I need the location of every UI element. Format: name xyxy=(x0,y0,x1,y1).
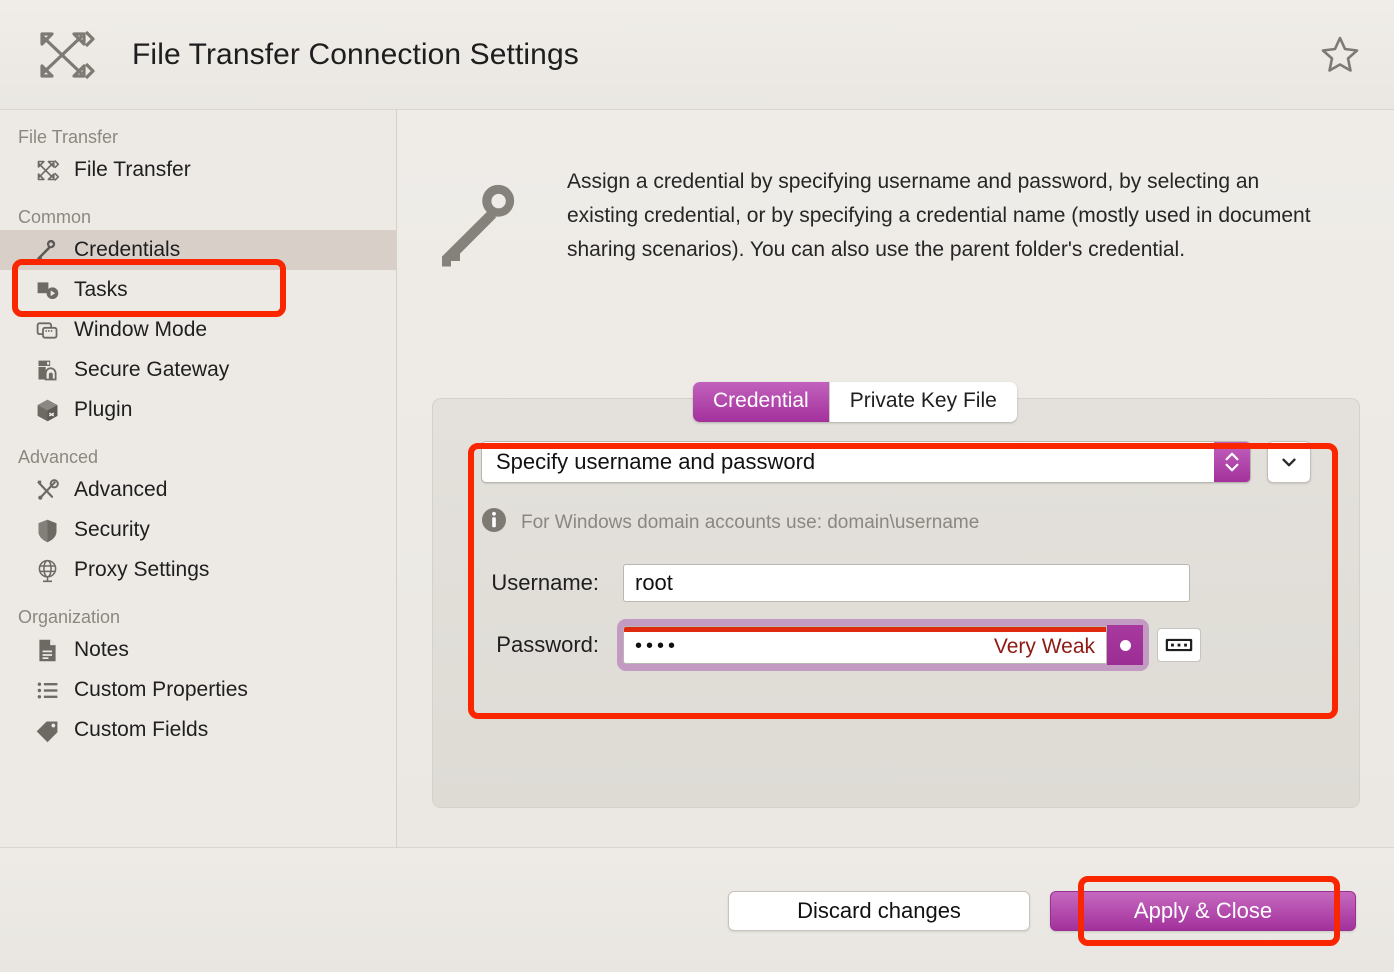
intro-block: Assign a credential by specifying userna… xyxy=(435,165,1365,280)
password-strength-bar xyxy=(624,627,1106,632)
intro-text: Assign a credential by specifying userna… xyxy=(567,170,1311,261)
sidebar-item-tasks[interactable]: Tasks xyxy=(0,270,396,310)
list-icon xyxy=(32,675,62,705)
sidebar-item-label: Advanced xyxy=(74,478,168,501)
globe-icon xyxy=(32,555,62,585)
virtual-keyboard-icon[interactable] xyxy=(1157,628,1201,662)
sidebar-item-credentials[interactable]: Credentials xyxy=(0,230,396,270)
sidebar-item-label: Tasks xyxy=(74,278,128,301)
document-icon xyxy=(32,635,62,665)
sidebar-item-window-mode[interactable]: Window Mode xyxy=(0,310,396,350)
sidebar-item-notes[interactable]: Notes xyxy=(0,630,396,670)
credential-mode-row: Specify username and password xyxy=(481,441,1311,483)
sidebar-item-proxy-settings[interactable]: Proxy Settings xyxy=(0,550,396,590)
sidebar-item-label: Custom Properties xyxy=(74,678,248,701)
credential-mode-select[interactable]: Specify username and password xyxy=(481,441,1251,483)
credential-panel: Specify username and password For Window… xyxy=(432,398,1360,808)
domain-hint-text: For Windows domain accounts use: domain\… xyxy=(521,511,980,533)
sidebar-item-security[interactable]: Security xyxy=(0,510,396,550)
sidebar-group-advanced: Advanced xyxy=(18,447,99,467)
shield-icon xyxy=(32,515,62,545)
tab-private-key-file[interactable]: Private Key File xyxy=(829,382,1017,422)
password-row: Password: •••• Very Weak xyxy=(433,619,1313,671)
sidebar-group-file-transfer: File Transfer xyxy=(18,127,119,147)
sidebar-item-advanced[interactable]: Advanced xyxy=(0,470,396,510)
sidebar-item-custom-fields[interactable]: Custom Fields xyxy=(0,710,396,750)
secure-gateway-icon xyxy=(32,355,62,385)
discard-changes-button[interactable]: Discard changes xyxy=(728,891,1030,931)
key-large-icon xyxy=(435,165,545,280)
credential-mode-value: Specify username and password xyxy=(496,449,816,474)
password-label: Password: xyxy=(496,632,599,657)
password-masked-value: •••• xyxy=(635,635,680,657)
password-strength-label: Very Weak xyxy=(993,635,1095,658)
tag-icon xyxy=(32,715,62,745)
sidebar-item-label: Notes xyxy=(74,638,129,661)
sidebar-item-label: Secure Gateway xyxy=(74,358,230,381)
page-title: File Transfer Connection Settings xyxy=(132,38,579,71)
settings-window: File Transfer Connection Settings File T… xyxy=(0,0,1394,972)
sidebar-group-organization: Organization xyxy=(18,607,121,627)
username-input[interactable]: root xyxy=(623,564,1190,602)
domain-hint-row: For Windows domain accounts use: domain\… xyxy=(481,507,979,538)
plugin-icon xyxy=(32,395,62,425)
window-header: File Transfer Connection Settings xyxy=(0,0,1394,110)
sidebar-item-label: Credentials xyxy=(74,238,181,261)
sidebar-item-label: Proxy Settings xyxy=(74,558,210,581)
file-transfer-icon xyxy=(32,155,62,185)
sidebar-item-label: Custom Fields xyxy=(74,718,209,741)
stepper-up-down-icon[interactable] xyxy=(1214,442,1250,482)
info-icon xyxy=(481,507,507,538)
sidebar-item-custom-properties[interactable]: Custom Properties xyxy=(0,670,396,710)
apply-close-button[interactable]: Apply & Close xyxy=(1050,891,1356,931)
file-transfer-logo-icon xyxy=(30,22,96,88)
tab-credential[interactable]: Credential xyxy=(693,382,830,422)
tasks-icon xyxy=(32,275,62,305)
window-mode-icon xyxy=(32,315,62,345)
main-content: Assign a credential by specifying userna… xyxy=(397,110,1394,847)
sidebar-item-file-transfer[interactable]: File Transfer xyxy=(0,150,396,190)
credential-tabbar: Credential Private Key File xyxy=(693,382,1017,422)
sidebar-item-plugin[interactable]: Plugin xyxy=(0,390,396,430)
chevron-down-icon xyxy=(1282,458,1296,467)
password-input[interactable]: •••• Very Weak xyxy=(623,626,1107,664)
sidebar-group-common: Common xyxy=(18,207,92,227)
key-icon xyxy=(32,235,62,265)
sidebar-item-secure-gateway[interactable]: Secure Gateway xyxy=(0,350,396,390)
credential-dropdown-button[interactable] xyxy=(1267,441,1311,483)
sidebar-item-label: Security xyxy=(74,518,150,541)
tools-icon xyxy=(32,475,62,505)
sidebar-item-label: Window Mode xyxy=(74,318,208,341)
sidebar-item-label: File Transfer xyxy=(74,158,191,181)
favorite-star-icon[interactable] xyxy=(1318,32,1362,76)
username-label: Username: xyxy=(491,570,599,595)
settings-sidebar: File Transfer File Transfer Common Crede… xyxy=(0,110,396,847)
sidebar-item-label: Plugin xyxy=(74,398,133,421)
username-row: Username: root xyxy=(433,564,1313,602)
reveal-password-dot-icon[interactable] xyxy=(1107,625,1143,665)
password-focus-ring: •••• Very Weak xyxy=(617,619,1149,671)
